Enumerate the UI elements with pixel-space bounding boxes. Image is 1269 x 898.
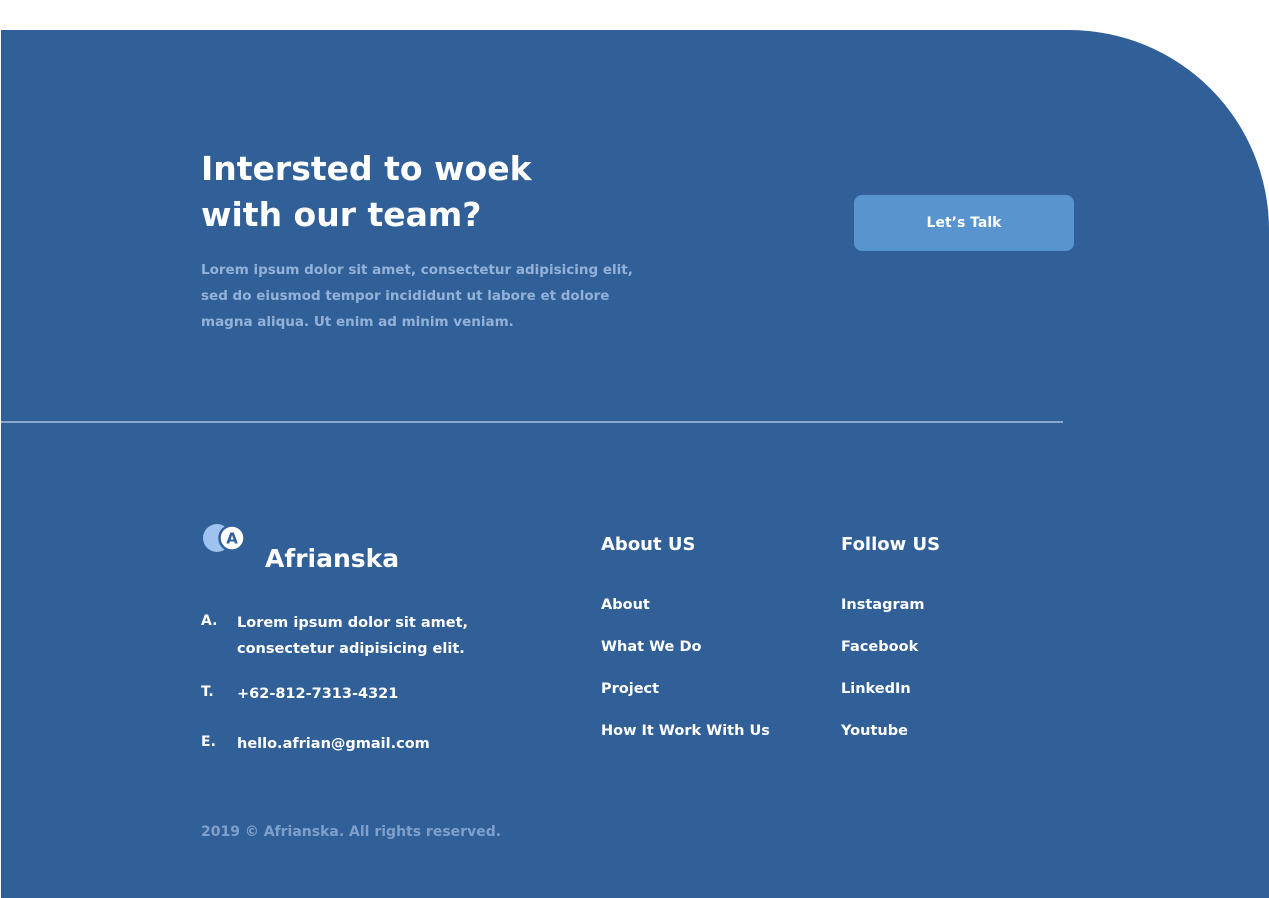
logo-letter: A xyxy=(226,530,238,548)
project-link[interactable]: Project xyxy=(601,681,659,697)
brand-name: Afrianska xyxy=(265,544,400,573)
about-link[interactable]: About xyxy=(601,597,650,613)
phone-number: +62-812-7313-4321 xyxy=(237,686,399,702)
facebook-link[interactable]: Facebook xyxy=(841,639,918,655)
list-item: Instagram xyxy=(841,593,925,635)
cta-heading-line: with our team? xyxy=(201,195,482,234)
list-item: About xyxy=(601,593,770,635)
instagram-link[interactable]: Instagram xyxy=(841,597,925,613)
contact-address: A. Lorem ipsum dolor sit amet, consectet… xyxy=(201,610,468,662)
lets-talk-button[interactable]: Let’s Talk xyxy=(854,195,1074,251)
how-it-work-link[interactable]: How It Work With Us xyxy=(601,723,770,739)
address-key: A. xyxy=(201,613,218,629)
contact-email: E. hello.afrian@gmail.com xyxy=(201,731,430,757)
about-us-heading: About US xyxy=(601,534,696,555)
address-line: consectetur adipisicing elit. xyxy=(237,641,465,657)
logo-icon: A xyxy=(203,524,246,552)
phone-key: T. xyxy=(201,684,214,700)
cta-heading: Intersted to woek with our team? xyxy=(201,146,621,238)
list-item: What We Do xyxy=(601,635,770,677)
email-key: E. xyxy=(201,734,216,750)
list-item: How It Work With Us xyxy=(601,719,770,761)
what-we-do-link[interactable]: What We Do xyxy=(601,639,701,655)
footer-section: Intersted to woek with our team? Lorem i… xyxy=(1,30,1269,898)
linkedin-link[interactable]: LinkedIn xyxy=(841,681,911,697)
list-item: Facebook xyxy=(841,635,925,677)
cta-heading-line: Intersted to woek xyxy=(201,149,532,188)
list-item: Project xyxy=(601,677,770,719)
section-divider xyxy=(1,421,1063,423)
follow-us-heading: Follow US xyxy=(841,534,941,555)
copyright-text: 2019 © Afrianska. All rights reserved. xyxy=(201,824,502,840)
address-line: Lorem ipsum dolor sit amet, xyxy=(237,615,469,631)
list-item: Youtube xyxy=(841,719,925,761)
address-text: Lorem ipsum dolor sit amet, consectetur … xyxy=(237,610,468,662)
cta-description-line: sed do eiusmod tempor incididunt ut labo… xyxy=(201,288,610,304)
list-item: LinkedIn xyxy=(841,677,925,719)
cta-description-line: Lorem ipsum dolor sit amet, consectetur … xyxy=(201,262,633,278)
cta-description: Lorem ipsum dolor sit amet, consectetur … xyxy=(201,257,681,335)
follow-us-links: Instagram Facebook LinkedIn Youtube xyxy=(841,593,925,761)
youtube-link[interactable]: Youtube xyxy=(841,723,908,739)
email-address: hello.afrian@gmail.com xyxy=(237,736,430,752)
cta-description-line: magna aliqua. Ut enim ad minim veniam. xyxy=(201,314,514,330)
contact-phone: T. +62-812-7313-4321 xyxy=(201,681,398,707)
about-us-links: About What We Do Project How It Work Wit… xyxy=(601,593,770,761)
